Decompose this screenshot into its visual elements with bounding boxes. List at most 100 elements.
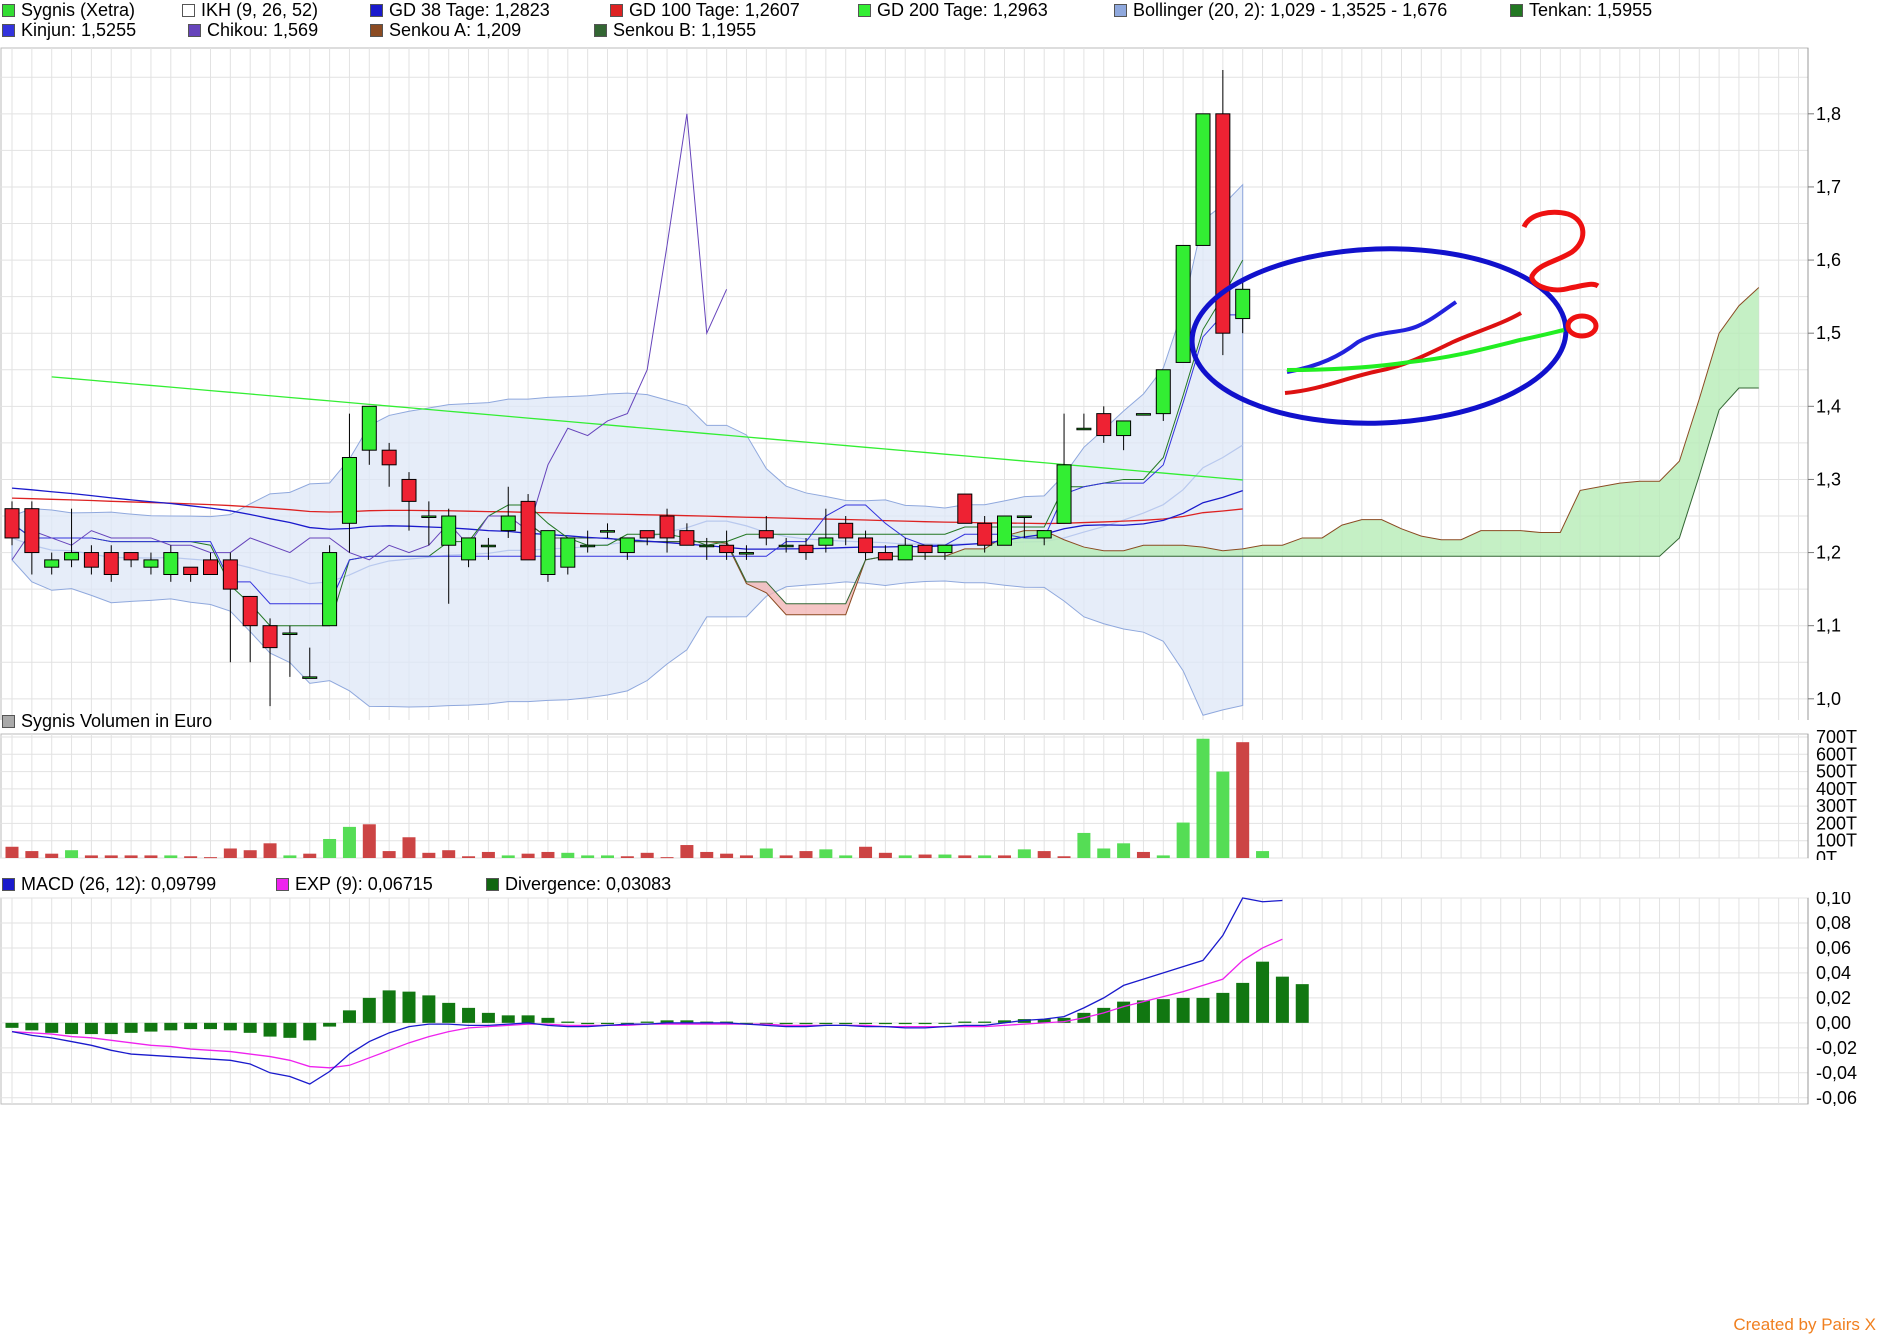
- price-legend-item: Chikou: 1,569: [188, 20, 318, 41]
- divergence-bar: [1275, 976, 1289, 1023]
- divergence-bar: [1176, 997, 1190, 1023]
- volume-bar: [204, 857, 217, 859]
- volume-bar: [581, 855, 595, 858]
- volume-tick-label: 600T: [1816, 744, 1857, 764]
- candle-body: [639, 530, 655, 539]
- candle-body: [1116, 420, 1132, 437]
- divergence-bar: [978, 1021, 992, 1023]
- volume-bar: [759, 848, 773, 858]
- price-tick-label: 1,0: [1816, 689, 1841, 709]
- macd-tick-label: -0,02: [1816, 1038, 1857, 1058]
- candle-body: [500, 515, 516, 532]
- volume-bar: [1136, 851, 1150, 858]
- volume-bar: [184, 856, 198, 858]
- volume-bar: [124, 855, 138, 858]
- legend-label: Tenkan: 1,5955: [1529, 0, 1653, 20]
- ichimoku-cloud: [1500, 530, 1521, 557]
- candle-body: [858, 537, 874, 554]
- volume-bar: [859, 846, 873, 858]
- candle-body: [401, 478, 417, 502]
- divergence-bar: [958, 1021, 972, 1023]
- candle-body: [778, 544, 794, 548]
- volume-bar: [283, 855, 297, 858]
- candle-body: [1036, 530, 1052, 539]
- divergence-bar: [84, 1022, 98, 1035]
- candle-body: [262, 625, 278, 649]
- volume-bar: [998, 855, 1011, 858]
- price-legend-item: GD 100 Tage: 1,2607: [610, 0, 800, 21]
- divergence-bar: [382, 990, 396, 1023]
- volume-bar: [620, 856, 634, 858]
- volume-bar: [680, 845, 694, 858]
- macd-tick-label: -0,06: [1816, 1088, 1857, 1106]
- divergence-bar: [1196, 997, 1210, 1023]
- candle-body: [540, 530, 556, 575]
- legend-swatch: [1114, 4, 1127, 17]
- ichimoku-cloud: [1540, 532, 1561, 557]
- candle-body: [977, 522, 993, 546]
- volume-bar: [303, 853, 317, 858]
- divergence-bar: [65, 1022, 79, 1035]
- candle-body: [738, 552, 754, 555]
- divergence-bar: [283, 1022, 297, 1038]
- volume-bar: [382, 851, 396, 858]
- price-tick-label: 1,2: [1816, 543, 1841, 563]
- candle-body: [4, 508, 20, 539]
- legend-label: GD 200 Tage: 1,2963: [877, 0, 1048, 20]
- volume-chart: 0T100T200T300T400T500T600T700T: [0, 730, 1857, 860]
- ichimoku-cloud: [1163, 545, 1184, 557]
- price-tick-label: 1,8: [1816, 104, 1841, 124]
- volume-bar: [561, 852, 575, 858]
- candle-body: [1135, 413, 1151, 416]
- volume-bar: [1236, 742, 1250, 858]
- candle-body: [1096, 413, 1112, 437]
- legend-label: Chikou: 1,569: [207, 20, 319, 40]
- volume-bar: [779, 855, 793, 858]
- volume-bar: [898, 855, 912, 858]
- candle-body: [441, 515, 457, 546]
- divergence-bar: [541, 1017, 555, 1023]
- volume-bar: [84, 855, 98, 858]
- candle-body: [381, 449, 397, 466]
- legend-swatch: [276, 878, 289, 891]
- divergence-bar: [144, 1022, 158, 1032]
- legend-label: Bollinger (20, 2): 1,029 - 1,3525 - 1,67…: [1133, 0, 1448, 20]
- volume-bar: [918, 854, 932, 858]
- volume-bar: [104, 855, 118, 858]
- legend-swatch: [594, 24, 607, 37]
- price-legend-item: Senkou A: 1,209: [370, 20, 521, 41]
- candle-body: [44, 559, 60, 568]
- ichimoku-cloud: [1341, 519, 1362, 557]
- volume-tick-label: 200T: [1816, 813, 1857, 833]
- divergence-bar: [342, 1010, 356, 1023]
- volume-bar: [1097, 848, 1111, 858]
- ichimoku-cloud: [1361, 519, 1382, 557]
- volume-bar: [601, 855, 614, 858]
- price-legend-item: Tenkan: 1,5955: [1510, 0, 1652, 21]
- candle-body: [937, 544, 953, 554]
- volume-bar: [243, 850, 257, 858]
- divergence-bar: [779, 1022, 793, 1025]
- candle-body: [1175, 244, 1191, 363]
- volume-bar: [1156, 855, 1170, 858]
- volume-bar: [660, 857, 674, 859]
- candle-body: [1016, 515, 1032, 518]
- price-tick-label: 1,7: [1816, 177, 1841, 197]
- volume-bar: [164, 855, 178, 858]
- divergence-bar: [640, 1021, 654, 1023]
- divergence-bar: [481, 1012, 495, 1023]
- legend-swatch: [2, 24, 15, 37]
- volume-bar: [1256, 851, 1270, 858]
- divergence-bar: [878, 1022, 892, 1025]
- legend-swatch: [182, 4, 195, 17]
- plot-frame: [0, 733, 1809, 859]
- price-legend-item: Senkou B: 1,1955: [594, 20, 756, 41]
- candle-body: [957, 493, 973, 524]
- candle-body: [163, 552, 179, 575]
- candle-body: [1235, 288, 1251, 320]
- divergence-bar: [601, 1022, 614, 1025]
- price-legend-item: IKH (9, 26, 52): [182, 0, 318, 21]
- divergence-bar: [124, 1022, 138, 1033]
- divergence-bar: [859, 1022, 873, 1025]
- volume-bar: [640, 852, 654, 858]
